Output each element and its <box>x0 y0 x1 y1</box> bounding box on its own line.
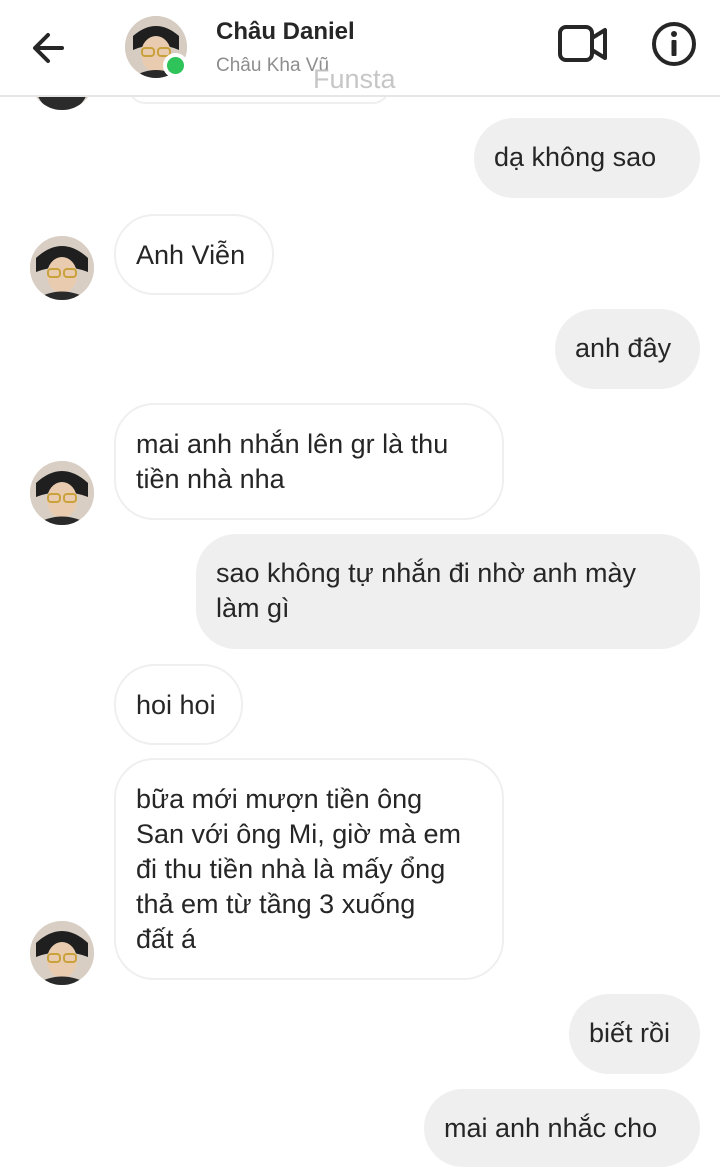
message-bubble-incoming[interactable]: Anh Viễn <box>114 214 274 295</box>
message-text: biết rồi <box>589 1018 671 1048</box>
message-text: hoi hoi <box>136 690 216 720</box>
video-call-button[interactable] <box>556 20 610 68</box>
message-text-line: bữa mới mượn tiền ông <box>136 784 423 814</box>
contact-avatar[interactable] <box>30 461 94 525</box>
message-bubble-outgoing[interactable]: sao không tự nhắn đi nhờ anh mày làm gì <box>196 534 700 649</box>
message-text: Anh Viễn <box>136 240 246 270</box>
message-bubble-outgoing[interactable]: mai anh nhắc cho <box>424 1089 700 1167</box>
message-bubble-outgoing[interactable]: biết rồi <box>569 994 700 1074</box>
message-text: mai anh nhắc cho <box>444 1113 658 1143</box>
message-text-line: đất á <box>136 924 197 954</box>
contact-name[interactable]: Châu Daniel <box>216 18 355 46</box>
online-status-dot <box>163 53 188 78</box>
message-text-line: tiền nhà nha <box>136 464 285 494</box>
message-text: dạ không sao <box>494 142 657 172</box>
message-bubble-incoming[interactable]: bữa mới mượn tiền ông San với ông Mi, gi… <box>114 758 504 980</box>
message-bubble-outgoing[interactable]: anh đây <box>555 309 700 389</box>
contact-avatar[interactable] <box>30 236 94 300</box>
message-text: anh đây <box>575 333 672 363</box>
info-icon <box>652 22 696 66</box>
message-text-line: làm gì <box>216 593 290 623</box>
info-button[interactable] <box>650 20 698 68</box>
back-arrow-icon <box>33 33 64 63</box>
message-bubble-incoming[interactable]: mai anh nhắn lên gr là thu tiền nhà nha <box>114 403 504 520</box>
message-text-line: San với ông Mi, giờ mà em <box>136 819 462 849</box>
message-text-line: đi thu tiền nhà là mấy ổng <box>136 854 446 884</box>
message-text-line: thả em từ tầng 3 xuống <box>136 889 416 919</box>
message-bubble-outgoing[interactable]: dạ không sao <box>474 118 700 198</box>
message-text-line: sao không tự nhắn đi nhờ anh mày <box>216 558 637 588</box>
message-text-line: mai anh nhắn lên gr là thu <box>136 429 449 459</box>
contact-avatar[interactable] <box>30 921 94 985</box>
message-bubble-incoming[interactable]: hoi hoi <box>114 664 243 745</box>
chat-screen: Châu Daniel Châu Kha Vũ Funsta dạ không … <box>0 0 720 1167</box>
watermark-text: Funsta <box>313 64 396 94</box>
video-camera-icon <box>558 25 607 62</box>
back-button[interactable] <box>24 22 76 74</box>
